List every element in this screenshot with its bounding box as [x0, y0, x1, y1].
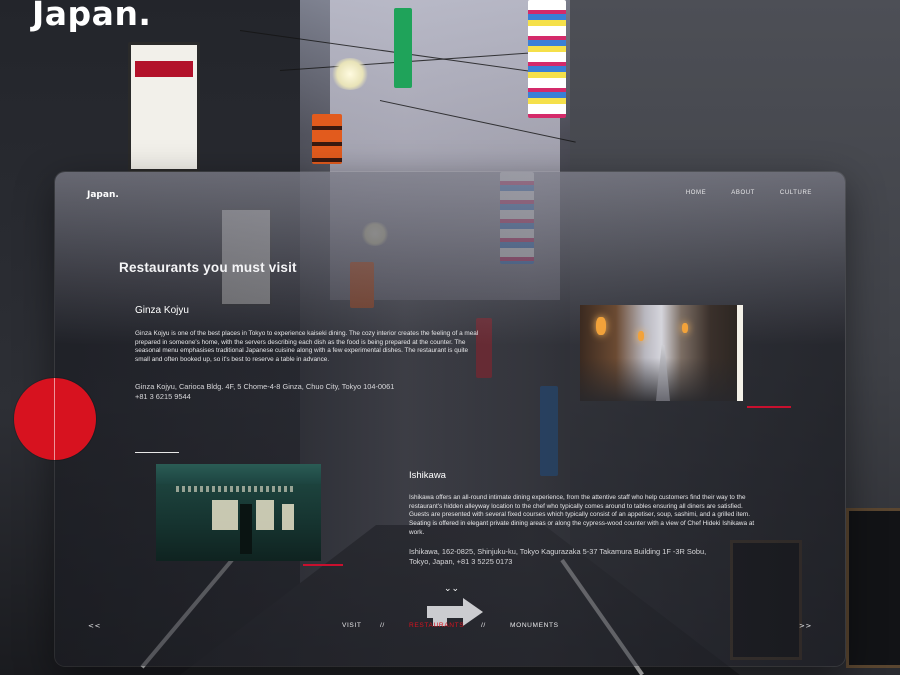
nav-separator: // — [380, 622, 385, 629]
shop-sign-vertical — [528, 0, 566, 118]
red-accent-line — [747, 406, 791, 408]
shop-sign-text — [176, 486, 296, 492]
nav-visit-link[interactable]: VISIT — [342, 622, 362, 629]
section-nav: << VISIT // RESTAURANTS // MONUMENTS >> — [55, 622, 845, 638]
brand-logo[interactable]: Japan. — [87, 190, 119, 200]
restaurant-phone: +81 3 6215 9544 — [135, 392, 191, 401]
shop-window — [256, 500, 274, 530]
red-accent-line — [303, 564, 343, 566]
top-nav: HOME ABOUT CULTURE — [686, 190, 812, 196]
restaurant-description: Ishikawa offers an all-round intimate di… — [409, 494, 755, 536]
restaurant-name: Ginza Kojyu — [135, 305, 189, 316]
restaurant-name: Ishikawa — [409, 470, 446, 481]
lantern — [682, 323, 688, 333]
content-panel: Japan. HOME ABOUT CULTURE Restaurants yo… — [55, 172, 845, 666]
prev-button[interactable]: << — [88, 622, 101, 630]
shop-sign — [394, 8, 412, 88]
nav-separator: // — [481, 622, 486, 629]
menu-chalkboard — [846, 508, 900, 668]
shop-sign — [312, 114, 342, 164]
shop-awning — [156, 464, 321, 484]
nav-home-link[interactable]: HOME — [686, 190, 706, 196]
restaurant-address: Ginza Kojyu, Carioca Bldg. 4F, 5 Chome-4… — [135, 382, 395, 391]
divider-line — [135, 452, 179, 453]
alley-photo — [580, 305, 743, 401]
nav-monuments-link[interactable]: MONUMENTS — [510, 622, 559, 629]
restaurant-contact: Ginza Kojyu, Carioca Bldg. 4F, 5 Chome-4… — [135, 382, 435, 402]
nav-restaurants-link[interactable]: RESTAURANTS — [409, 622, 464, 629]
shop-door — [240, 504, 252, 554]
nav-about-link[interactable]: ABOUT — [731, 190, 755, 196]
lantern — [596, 317, 606, 335]
shopfront-photo — [156, 464, 321, 561]
red-sun-circle — [14, 378, 96, 460]
alley-path — [656, 345, 670, 401]
section-heading: Restaurants you must visit — [119, 260, 297, 275]
restaurant-address: Ishikawa, 162-0825, Shinjuku-ku, Tokyo K… — [409, 547, 707, 566]
shop-sign — [128, 42, 200, 172]
street-lamp — [330, 58, 370, 90]
lantern — [638, 331, 644, 341]
hero-title: Japan. — [32, 0, 152, 33]
shop-window — [212, 500, 238, 530]
shop-window — [282, 504, 294, 530]
next-button[interactable]: >> — [799, 622, 812, 630]
photo-frame-edge — [737, 305, 743, 401]
nav-culture-link[interactable]: CULTURE — [780, 190, 812, 196]
restaurant-description: Ginza Kojyu is one of the best places in… — [135, 330, 479, 364]
